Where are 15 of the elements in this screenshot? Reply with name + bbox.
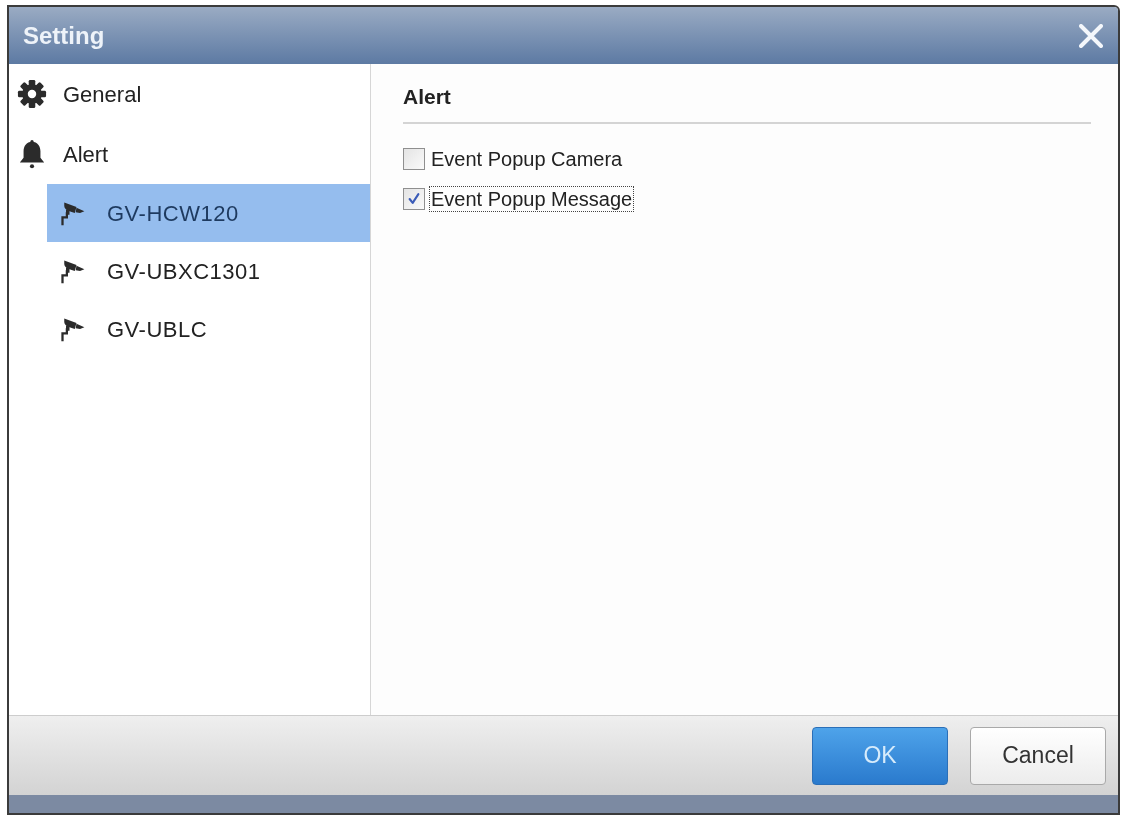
sidebar-item[interactable]: General [9, 64, 370, 124]
gear-icon [17, 79, 47, 109]
window-title: Setting [23, 20, 105, 51]
device-item[interactable]: GV-UBLC [47, 300, 370, 358]
cancel-button[interactable]: Cancel [970, 726, 1106, 785]
checkmark-icon [407, 192, 421, 206]
checkbox[interactable] [403, 188, 425, 210]
section-heading: Alert [403, 84, 451, 110]
checkbox[interactable] [403, 148, 425, 170]
checkbox-label[interactable]: Event Popup Camera [429, 146, 625, 172]
sidebar-item[interactable]: Alert [9, 124, 370, 184]
device-item[interactable]: GV-HCW120 [47, 184, 370, 242]
device-item[interactable]: GV-UBXC1301 [47, 242, 370, 300]
close-icon [1079, 23, 1103, 48]
checkbox-label[interactable]: Event Popup Message [429, 186, 635, 212]
